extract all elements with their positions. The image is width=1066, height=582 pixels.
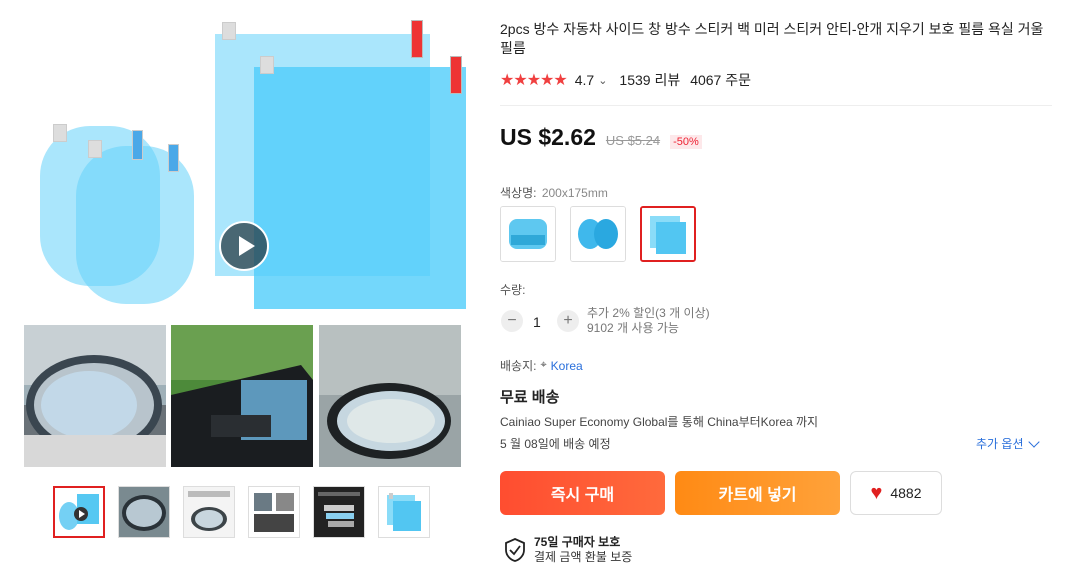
original-price: US $5.24 xyxy=(605,133,661,148)
quantity-label: 수량: xyxy=(500,283,526,297)
buy-now-button[interactable]: 즉시 구매 xyxy=(500,471,665,515)
wishlist-count: 4882 xyxy=(890,485,922,501)
location-pin-icon: ⌖ xyxy=(540,359,547,371)
review-count[interactable]: 1539 리뷰 xyxy=(619,70,680,90)
order-count: 4067 주문 xyxy=(690,72,751,88)
delivery-estimate: 5 월 08일에 배송 예정 xyxy=(500,437,611,451)
quantity-notes: 추가 2% 할인(3 개 이상) 9102 개 사용 가능 xyxy=(587,306,710,336)
current-price: US $2.62 xyxy=(500,124,596,150)
bulk-discount-note: 추가 2% 할인(3 개 이상) xyxy=(587,306,710,320)
protection-subtitle: 결제 금액 환불 보증 xyxy=(534,550,633,564)
wishlist-button[interactable]: ♥ 4882 xyxy=(850,471,942,515)
ship-to-destination[interactable]: Korea xyxy=(551,359,583,373)
chevron-down-icon xyxy=(1027,435,1040,448)
price-row: US $2.62 US $5.24 -50% xyxy=(500,124,702,151)
free-shipping-label: 무료 배송 xyxy=(500,389,560,406)
product-photo-side-window[interactable] xyxy=(171,325,313,467)
variant-option-2[interactable] xyxy=(570,206,626,262)
more-shipping-options[interactable]: 추가 옵션 xyxy=(976,435,1040,452)
variant-label: 색상명: xyxy=(500,186,537,200)
shield-icon xyxy=(504,538,526,567)
product-title: 2pcs 방수 자동차 사이드 창 방수 스티커 백 미러 스티커 안티-안개 … xyxy=(500,21,1044,56)
buyer-protection: 75일 구매자 보호 결제 금액 환불 보증 xyxy=(534,535,632,565)
thumbnail-4[interactable] xyxy=(248,486,300,538)
main-product-image[interactable] xyxy=(22,12,472,318)
rating-value[interactable]: 4.7 xyxy=(575,72,594,88)
add-to-cart-button[interactable]: 카트에 넣기 xyxy=(675,471,840,515)
shipping-method: Cainiao Super Economy Global를 통해 China부터… xyxy=(500,415,819,429)
variant-label-row: 색상명: 200x175mm xyxy=(500,184,608,201)
more-options-label[interactable]: 추가 옵션 xyxy=(976,435,1024,452)
thumbnail-2[interactable] xyxy=(118,486,170,538)
quantity-increase-button[interactable]: + xyxy=(557,310,579,332)
product-photo-mirror-rain[interactable] xyxy=(24,325,166,467)
star-icon: ★★★★★ xyxy=(500,72,568,89)
ship-to-label: 배송지: xyxy=(500,359,537,373)
rating-row: ★★★★★ 4.7 ⌄ 1539 리뷰 4067 주문 xyxy=(500,70,751,90)
stock-note: 9102 개 사용 가능 xyxy=(587,321,679,335)
thumbnail-6[interactable] xyxy=(378,486,430,538)
variant-option-1[interactable] xyxy=(500,206,556,262)
quantity-decrease-button[interactable]: − xyxy=(501,310,523,332)
ship-to-row: 배송지: ⌖ Korea xyxy=(500,357,583,374)
divider xyxy=(500,105,1052,106)
heart-icon: ♥ xyxy=(870,482,883,504)
variant-selected: 200x175mm xyxy=(541,186,608,200)
protection-title: 75일 구매자 보호 xyxy=(534,535,621,549)
thumbnail-1[interactable] xyxy=(53,486,105,538)
quantity-input[interactable]: 1 xyxy=(533,314,541,330)
discount-badge: -50% xyxy=(670,135,702,149)
variant-option-3[interactable] xyxy=(640,206,696,262)
play-video-button[interactable] xyxy=(219,221,269,271)
chevron-down-icon[interactable]: ⌄ xyxy=(598,74,607,87)
thumbnail-5[interactable] xyxy=(313,486,365,538)
thumbnail-3[interactable] xyxy=(183,486,235,538)
product-photo-mirror-drops[interactable] xyxy=(319,325,461,467)
